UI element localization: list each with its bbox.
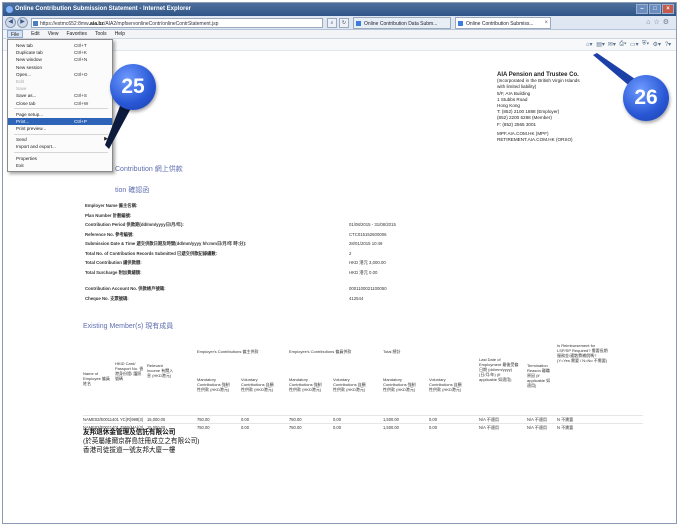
company-incorporation-chinese: (於英屬維爾京群島註冊成立之有限公司) — [83, 438, 200, 445]
col-name: Name of Employee 僱員姓名 — [83, 371, 110, 386]
menu-tools[interactable]: Tools — [95, 30, 107, 38]
command-icons: ⌂▾ ▤▾ ✉▾ ⎙▾ ▭▾ ⛨▾ ⚙▾ ?▾ — [585, 41, 672, 48]
feeds-icon[interactable]: ▤▾ — [596, 41, 605, 48]
menu-separator — [14, 133, 108, 135]
col-hkid: HKID Card/ Passport No. 香港身份證/ 護照號碼 — [115, 361, 144, 381]
summary-row: Total Contribution 總供款額: HKD 港元 3,000.00 — [85, 260, 386, 265]
close-tab-icon[interactable]: × — [544, 20, 548, 26]
address-actions: ⌕ ↻ — [327, 18, 349, 28]
menu-item-edit: Edit — [16, 78, 24, 84]
menu-item-print[interactable]: Print... Ctrl+P — [8, 117, 112, 126]
col-er-mandatory: Mandatory Contributions 強制性供款 (HKD港元) — [197, 377, 230, 392]
callout-badge-25: 25 — [110, 64, 156, 110]
page-title: Contribution 網上供款 — [115, 166, 183, 173]
minimize-button[interactable]: – — [636, 4, 648, 14]
menu-item-close-tab[interactable]: Close tab Ctrl+W — [8, 100, 112, 107]
tab-contribution-data[interactable]: Online Contribution Data Subm... — [353, 17, 451, 29]
refresh-icon[interactable]: ↻ — [339, 18, 349, 28]
settings-icon[interactable]: ⚙ — [663, 19, 672, 26]
menu-item-properties[interactable]: Properties — [8, 155, 112, 162]
menu-item-new-tab[interactable]: New tab Ctrl+T — [8, 42, 112, 49]
page-menu-icon[interactable]: ▭▾ — [630, 41, 639, 48]
forward-icon[interactable]: ▶ — [17, 17, 28, 28]
window-controls: – □ × — [636, 4, 674, 14]
menu-item-page-setup[interactable]: Page setup... — [8, 111, 112, 118]
summary-row: Reference No. 參考編號: CTC015152600006 — [85, 231, 387, 237]
col-er-voluntary: Voluntary Contributions 自願性供款 (HKD港元) — [241, 377, 274, 392]
browser-tool-icons: ⌂☆⚙ — [646, 18, 672, 26]
col-total-group: Total 總計 — [383, 349, 401, 354]
browser-window: Online Contribution Submission Statement… — [2, 2, 677, 524]
tools-icon[interactable]: ⚙▾ — [653, 41, 661, 48]
summary-row: Cheque No. 支票號碼: 412544 — [85, 295, 364, 301]
col-reimbursement: Is Reimbursement for LSP/SP Required? 需要… — [557, 343, 608, 363]
col-income: Relevant Income 有關入息 (HKD港元) — [147, 363, 174, 378]
menu-item-send[interactable]: Send ▶ — [8, 136, 112, 143]
print-icon[interactable]: ⎙▾ — [619, 41, 627, 48]
menu-separator — [14, 108, 108, 110]
summary-row: Employer Name 僱主名稱: — [85, 203, 138, 208]
contribution-summary: Employer Name 僱主名稱: Plan Number 計劃編號: Co… — [85, 201, 545, 303]
menu-separator — [14, 152, 108, 154]
mail-icon[interactable]: ✉▾ — [608, 41, 616, 48]
col-employee-group: Employee's Contributions 僱員供款 — [289, 349, 352, 354]
col-last-date: Last Date of Employment 最後受僱日期 (dd/mm/yy… — [479, 357, 519, 382]
address-bar: ◀ ▶ https://estmc652:8mw.aia.bz/AIA2/mpf… — [3, 16, 676, 30]
help-icon[interactable]: ?▾ — [664, 41, 672, 48]
menu-item-save-as[interactable]: Save as... Ctrl+S — [8, 92, 112, 99]
col-ee-mandatory: Mandatory Contributions 強制性供款 (HKD港元) — [289, 377, 322, 392]
file-menu-dropdown: New tab Ctrl+T Duplicate tab Ctrl+K New wi… — [7, 39, 113, 172]
table-header: Name of Employee 僱員姓名 HKID Card/ Passpor… — [83, 341, 643, 415]
menu-item-duplicate-tab[interactable]: Duplicate tab Ctrl+K — [8, 49, 112, 56]
members-table: Name of Employee 僱員姓名 HKID Card/ Passpor… — [83, 341, 643, 431]
col-termination: Termination Reason 離職原因 (if applicable 如… — [527, 363, 551, 388]
menu-item-exit[interactable]: Exit — [8, 162, 112, 169]
page-icon — [356, 21, 361, 26]
table-row: NAME02/E0011401 YC(R)999(3) 15,000.00 75… — [83, 415, 643, 423]
summary-row: Plan Number 計劃編號: — [85, 212, 132, 218]
favorites-icon[interactable]: ☆ — [653, 19, 662, 26]
menu-favorites[interactable]: Favorites — [66, 30, 87, 38]
maximize-button[interactable]: □ — [649, 4, 661, 14]
url-field[interactable]: https://estmc652:8mw.aia.bz/AIA2/mpfserv… — [31, 18, 323, 28]
menu-item-new-window[interactable]: New window Ctrl+N — [8, 56, 112, 63]
ie-icon — [6, 6, 13, 13]
page-subtitle: tion 確認函 — [115, 187, 150, 194]
summary-row: Submission Date & Time 遞交供款日期及時間(dd/mm/y… — [85, 241, 383, 246]
home-icon[interactable]: ⌂▾ — [585, 41, 593, 48]
col-total-mandatory: Mandatory Contributions 強制性供款 (HKD港元) — [383, 377, 416, 392]
summary-row: Contribution Account No. 供款帳戶號碼: 00011000… — [85, 286, 387, 291]
menu-item-open[interactable]: Open... Ctrl+O — [8, 71, 112, 78]
menu-item-new-session[interactable]: New session — [8, 64, 112, 71]
close-button[interactable]: × — [662, 4, 674, 14]
safety-icon[interactable]: ⛨▾ — [642, 41, 650, 48]
menu-file[interactable]: File — [7, 30, 24, 38]
company-address-chinese: 香港司徒拔道一號友邦大廈一樓 — [83, 447, 176, 454]
title-bar: Online Contribution Submission Statement… — [3, 3, 676, 16]
lock-icon — [33, 21, 38, 26]
company-name-chinese: 友邦退休金管理及信託有限公司 — [83, 429, 176, 436]
menu-edit[interactable]: Edit — [31, 30, 40, 38]
window-title: Online Contribution Submission Statement… — [15, 6, 192, 12]
menu-help[interactable]: Help — [115, 30, 125, 38]
callout-badge-26: 26 — [623, 75, 669, 121]
members-heading: Existing Member(s) 現有成員 — [83, 323, 174, 330]
menu-item-import-export[interactable]: Import and export... — [8, 143, 112, 150]
menu-item-save: Save — [16, 86, 27, 92]
summary-row: Total Surcharge 附加費總額: HKD 港元 0.00 — [85, 269, 378, 275]
menu-item-print-preview[interactable]: Print preview... — [8, 125, 112, 132]
back-icon[interactable]: ◀ — [5, 17, 16, 28]
menu-view[interactable]: View — [48, 30, 59, 38]
summary-row: Total No. of Contribution Records Submit… — [85, 250, 352, 256]
page-icon — [458, 21, 463, 26]
menu-bar: File Edit View Favorites Tools Help — [3, 30, 676, 39]
col-total-voluntary: Voluntary Contributions 自願性供款 (HKD港元) — [429, 377, 462, 392]
summary-row: Contribution Period 供款期(dd/mm/yyyy日/月/年)… — [85, 222, 396, 227]
tab-contribution-submission[interactable]: Online Contribution Submiss... × — [455, 17, 551, 29]
search-icon[interactable]: ⌕ — [327, 18, 337, 28]
col-ee-voluntary: Voluntary Contributions 自願性供款 (HKD港元) — [333, 377, 366, 392]
col-employer-group: Employer's Contributions 僱主供款 — [197, 349, 259, 354]
